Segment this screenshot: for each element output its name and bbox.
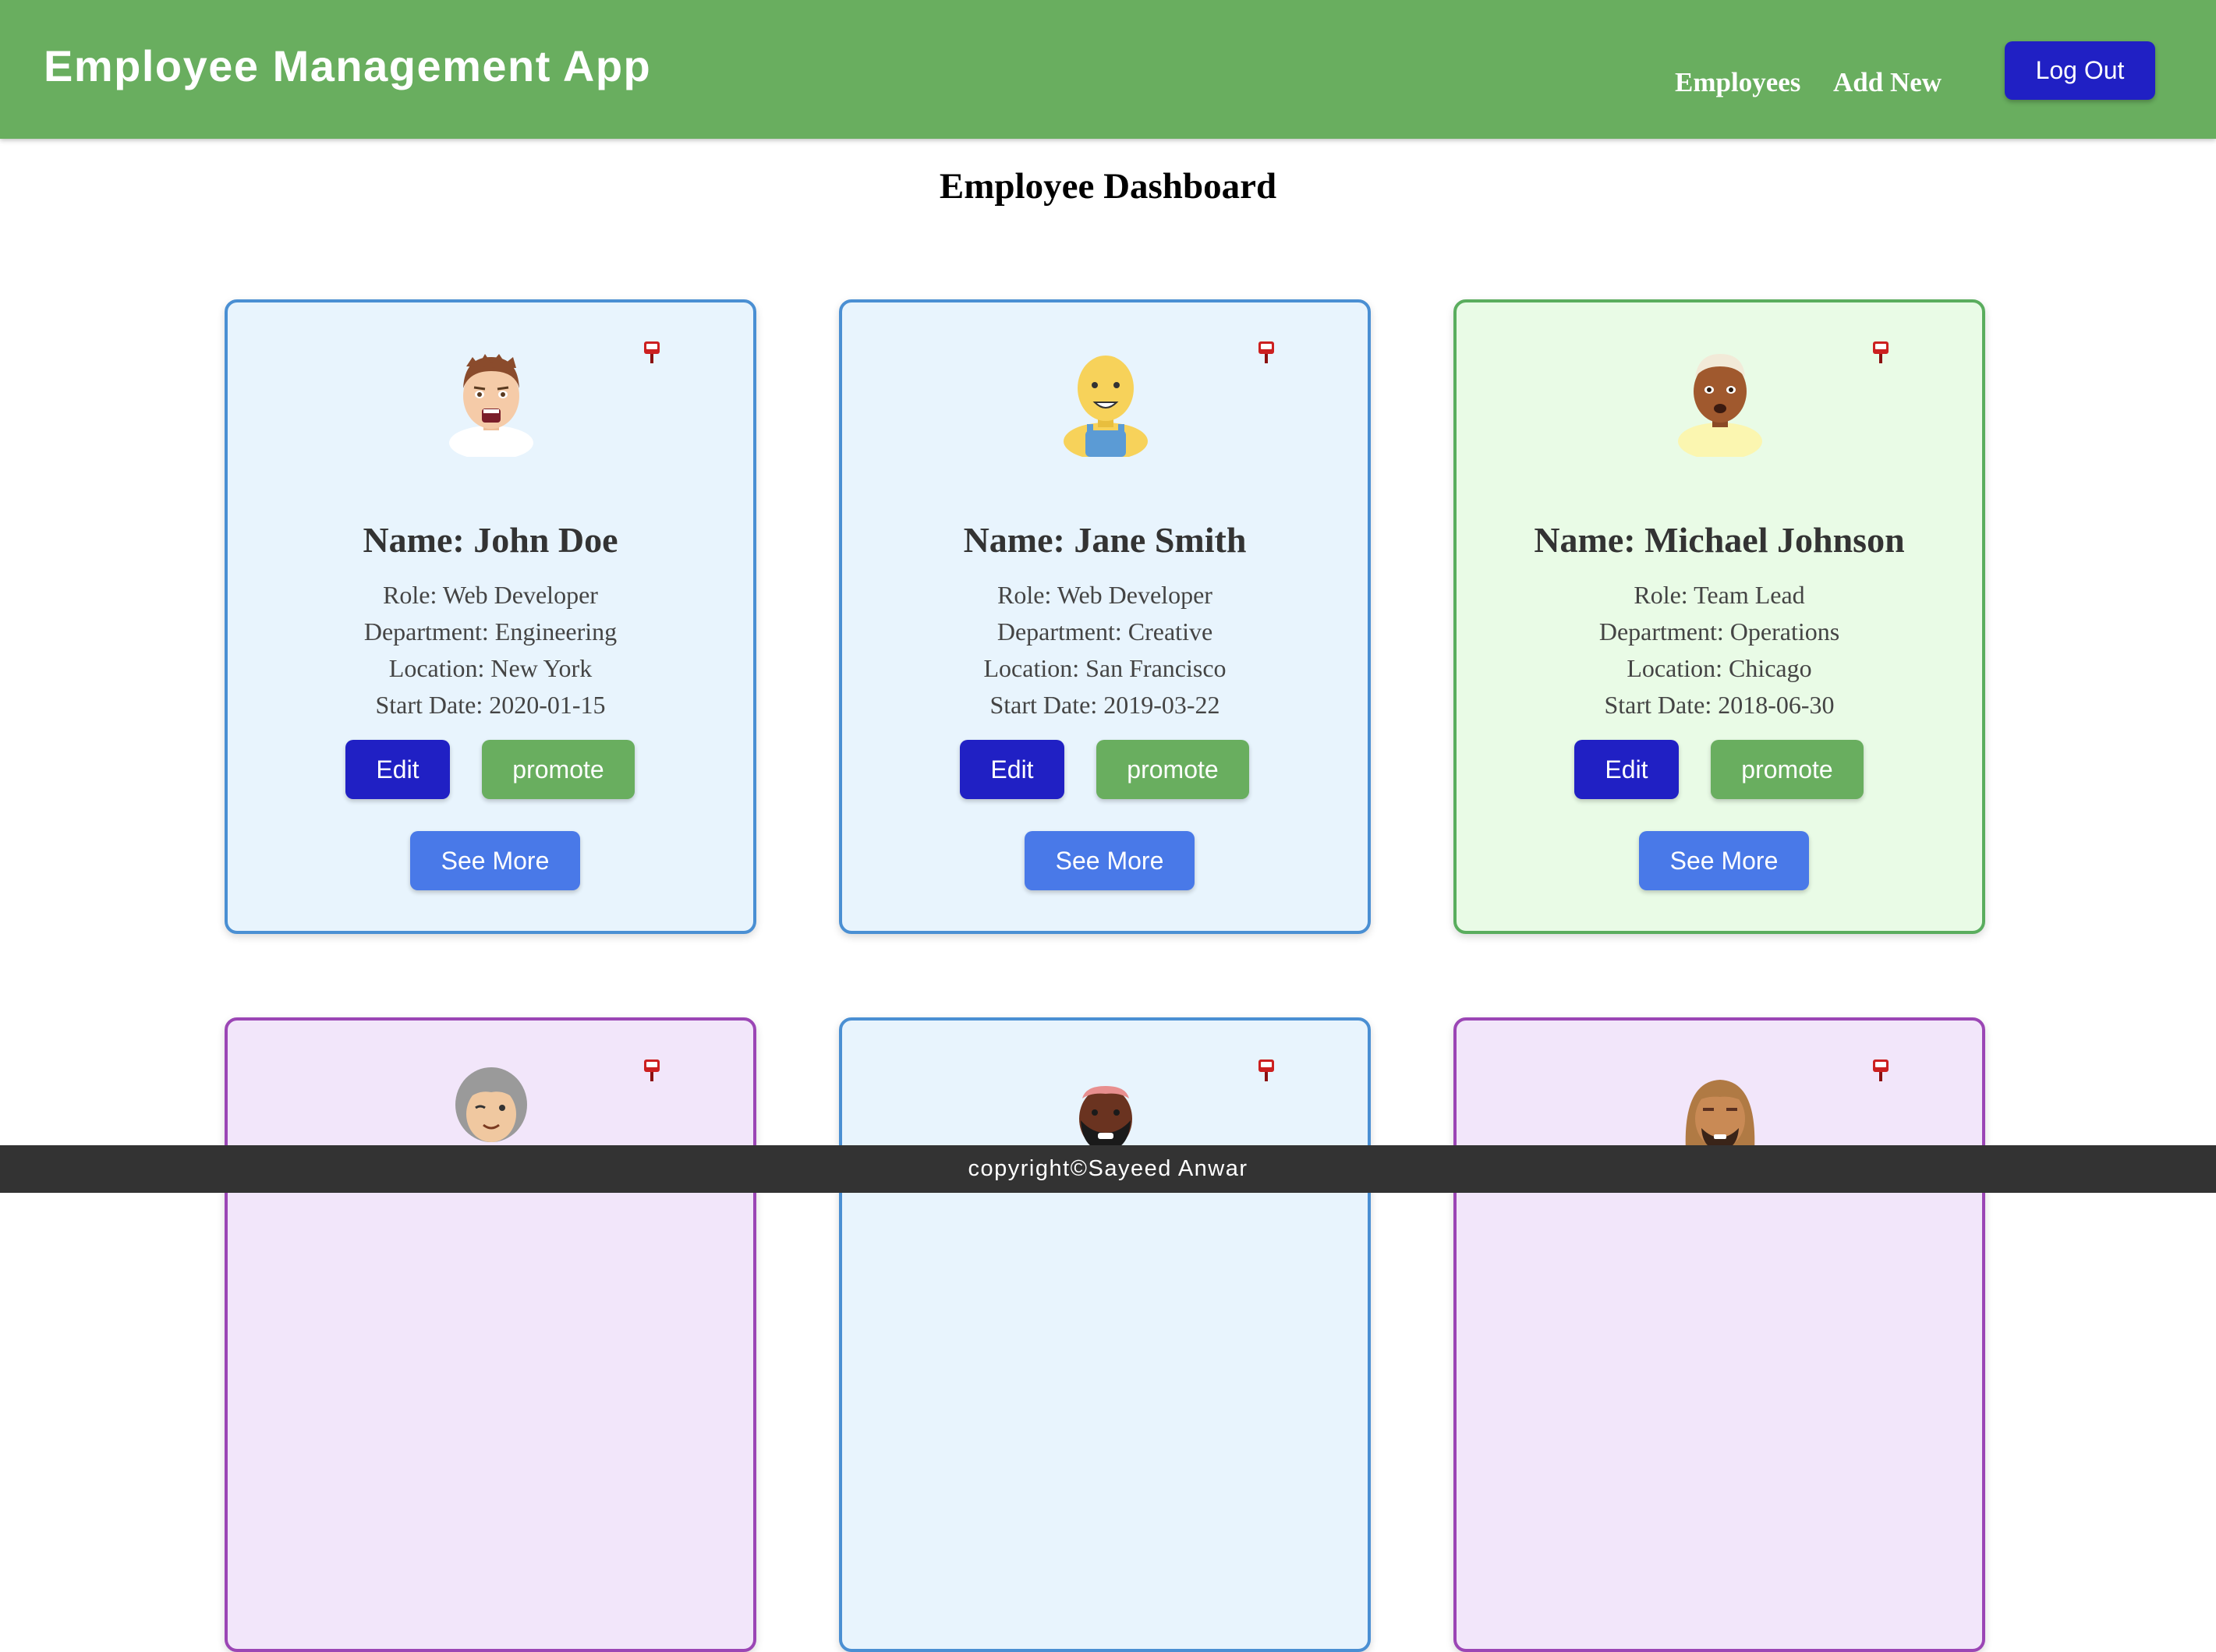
nav-add-new-link[interactable]: Add New bbox=[1833, 67, 1942, 98]
employee-department: Department: Operations bbox=[1598, 617, 1840, 646]
employee-name: Name: Jane Smith bbox=[963, 520, 1247, 560]
bald-overalls-avatar bbox=[1064, 356, 1148, 457]
employee-location: Location: San Francisco bbox=[983, 654, 1227, 682]
edit-button[interactable]: Edit bbox=[1574, 740, 1679, 799]
employee-card: Name: Jane Smith Role: Web Developer Dep… bbox=[839, 299, 1371, 934]
employee-role: Role: Team Lead bbox=[1634, 581, 1805, 609]
see-more-button[interactable]: See More bbox=[410, 831, 580, 890]
employee-location: Location: New York bbox=[388, 654, 593, 682]
logout-button[interactable]: Log Out bbox=[2005, 41, 2155, 100]
employee-role: Role: Web Developer bbox=[997, 581, 1212, 609]
footer: copyright©Sayeed Anwar bbox=[0, 1145, 2216, 1193]
app-title: Employee Management App bbox=[44, 41, 652, 90]
man-white-hair-avatar bbox=[1678, 354, 1762, 457]
copyright-text: copyright©Sayeed Anwar bbox=[968, 1156, 1248, 1181]
see-more-button[interactable]: See More bbox=[1025, 831, 1195, 890]
edit-button[interactable]: Edit bbox=[960, 740, 1064, 799]
pushpin-icon[interactable] bbox=[1257, 340, 1276, 365]
promote-button[interactable]: promote bbox=[482, 740, 635, 799]
man-short-brown-hair-avatar bbox=[449, 354, 533, 457]
page-title: Employee Dashboard bbox=[939, 166, 1277, 207]
employee-name: Name: Michael Johnson bbox=[1534, 520, 1905, 560]
nav-employees-link[interactable]: Employees bbox=[1675, 67, 1800, 98]
employee-role: Role: Web Developer bbox=[383, 581, 598, 609]
employee-card bbox=[839, 1017, 1371, 1652]
employee-start-date: Start Date: 2020-01-15 bbox=[375, 691, 606, 719]
promote-button[interactable]: promote bbox=[1711, 740, 1864, 799]
app-header: Employee Management App Employees Add Ne… bbox=[0, 0, 2216, 139]
pushpin-icon[interactable] bbox=[642, 1058, 661, 1083]
pushpin-icon[interactable] bbox=[642, 340, 661, 365]
employee-start-date: Start Date: 2018-06-30 bbox=[1604, 691, 1835, 719]
employee-card: Name: John Doe Role: Web Developer Depar… bbox=[225, 299, 756, 934]
employee-department: Department: Engineering bbox=[363, 617, 618, 646]
employee-card bbox=[1453, 1017, 1985, 1652]
employee-start-date: Start Date: 2019-03-22 bbox=[989, 691, 1220, 719]
see-more-button[interactable]: See More bbox=[1639, 831, 1809, 890]
employee-department: Department: Creative bbox=[996, 617, 1213, 646]
edit-button[interactable]: Edit bbox=[345, 740, 450, 799]
pushpin-icon[interactable] bbox=[1871, 1058, 1890, 1083]
employee-card: Name: Michael Johnson Role: Team Lead De… bbox=[1453, 299, 1985, 934]
employee-location: Location: Chicago bbox=[1627, 654, 1812, 682]
pushpin-icon[interactable] bbox=[1257, 1058, 1276, 1083]
pushpin-icon[interactable] bbox=[1871, 340, 1890, 365]
employee-name: Name: John Doe bbox=[363, 520, 618, 560]
employee-card bbox=[225, 1017, 756, 1652]
promote-button[interactable]: promote bbox=[1096, 740, 1249, 799]
